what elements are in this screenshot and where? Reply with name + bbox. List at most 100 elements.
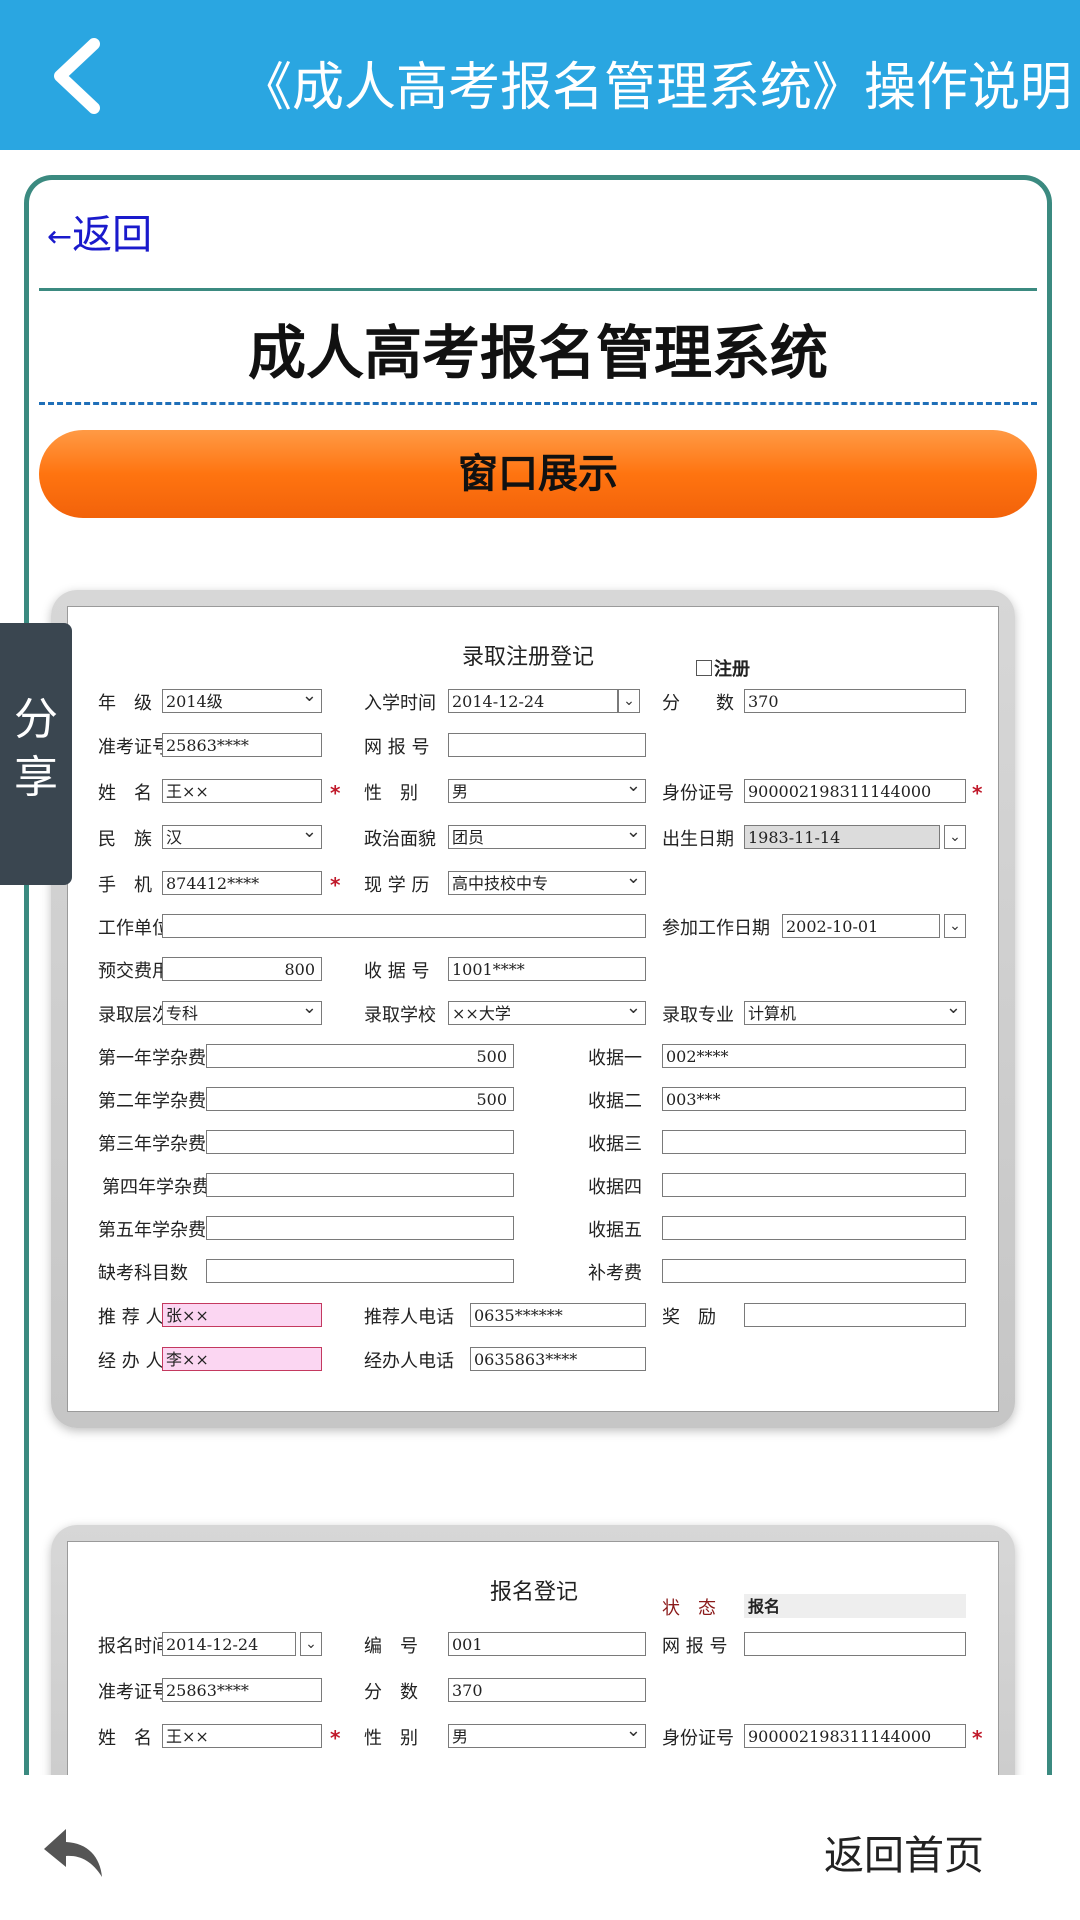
date-dropdown-icon[interactable]: ⌄ [618, 689, 640, 713]
referrer-phone-field[interactable]: 0635****** [470, 1303, 646, 1327]
rcpt1-label: 收据一 [588, 1048, 642, 1069]
school-select[interactable]: ××大学 [448, 1001, 646, 1025]
name-label: 姓 名 [98, 783, 152, 804]
return-label: 返回 [72, 212, 153, 258]
politics-label: 政治面貌 [364, 829, 436, 850]
level-label: 录取层次 [98, 1005, 170, 1026]
grade-select[interactable]: 2014级 [162, 689, 322, 713]
net-no-field[interactable] [448, 733, 646, 757]
work-date-field[interactable]: 2002-10-01 [782, 914, 940, 938]
school-label: 录取学校 [364, 1005, 436, 1026]
id-field[interactable]: 900002198311144000 [744, 1724, 966, 1748]
required-star-icon: * [972, 781, 983, 805]
reply-arrow-icon[interactable] [40, 1825, 106, 1881]
status-label: 状 态 [662, 1598, 716, 1619]
phone-field[interactable]: 874412**** [162, 871, 322, 895]
score-label: 分 数 [662, 693, 734, 714]
section-banner: 窗口展示 [39, 430, 1037, 518]
date-dropdown-icon[interactable]: ⌄ [300, 1632, 322, 1656]
gender-label: 性 别 [364, 783, 418, 804]
fee2-field[interactable]: 500 [206, 1087, 514, 1111]
rcpt2-label: 收据二 [588, 1091, 642, 1112]
receipt-field[interactable]: 1001**** [448, 957, 646, 981]
net-no-label: 网 报 号 [364, 737, 430, 758]
work-unit-field[interactable] [162, 914, 646, 938]
reg-time-field[interactable]: 2014-12-24 [162, 1632, 296, 1656]
fee1-field[interactable]: 500 [206, 1044, 514, 1068]
rcpt5-label: 收据五 [588, 1220, 642, 1241]
rcpt1-field[interactable]: 002**** [662, 1044, 966, 1068]
level-select[interactable]: 专科 [162, 1001, 322, 1025]
missing-label: 缺考科目数 [98, 1263, 188, 1284]
register-label: 注册 [714, 659, 750, 680]
reg-time-label: 报名时间 [98, 1636, 170, 1657]
reward-field[interactable] [744, 1303, 966, 1327]
register-checkbox[interactable] [696, 660, 712, 676]
referrer-field[interactable]: 张×× [162, 1303, 322, 1327]
ethnic-select[interactable]: 汉 [162, 825, 322, 849]
gender-label: 性 别 [364, 1728, 418, 1749]
id-label: 身份证号 [662, 1728, 734, 1749]
page-title: 《成人高考报名管理系统》操作说明 [240, 58, 1073, 118]
required-star-icon: * [972, 1726, 983, 1750]
article-card: ←返回 成人高考报名管理系统 窗口展示 录取注册登记 注册 年 级 2014级 … [24, 175, 1052, 1875]
exam-no-field[interactable]: 25863**** [162, 1678, 322, 1702]
fee5-label: 第五年学杂费 [98, 1220, 206, 1241]
number-label: 编 号 [364, 1636, 418, 1657]
fee5-field[interactable] [206, 1216, 514, 1240]
name-field[interactable]: 王×× [162, 779, 322, 803]
receipt-label: 收 据 号 [364, 961, 430, 982]
form-window: 录取注册登记 注册 年 级 2014级 入学时间 2014-12-24 ⌄ 分 … [67, 606, 999, 1412]
id-field[interactable]: 900002198311144000 [744, 779, 966, 803]
exam-no-label: 准考证号 [98, 737, 170, 758]
name-label: 姓 名 [98, 1728, 152, 1749]
prepay-field[interactable]: 800 [162, 957, 322, 981]
number-field[interactable]: 001 [448, 1632, 646, 1656]
birth-label: 出生日期 [662, 829, 734, 850]
edu-select[interactable]: 高中技校中专 [448, 871, 646, 895]
net-no-label: 网 报 号 [662, 1636, 728, 1657]
left-arrow-icon: ← [47, 219, 73, 255]
makeup-label: 补考费 [588, 1263, 642, 1284]
handler-phone-label: 经办人电话 [364, 1351, 454, 1372]
gender-select[interactable]: 男 [448, 779, 646, 803]
score-field[interactable]: 370 [448, 1678, 646, 1702]
handler-phone-field[interactable]: 0635863**** [470, 1347, 646, 1371]
exam-no-label: 准考证号 [98, 1682, 170, 1703]
bottom-bar: 返回首页 [0, 1775, 1080, 1920]
referrer-label: 推 荐 人 [98, 1307, 164, 1328]
makeup-field[interactable] [662, 1259, 966, 1283]
major-select[interactable]: 计算机 [744, 1001, 966, 1025]
fee4-label: 第四年学杂费 [102, 1177, 210, 1198]
name-field[interactable]: 王×× [162, 1724, 322, 1748]
date-dropdown-icon[interactable]: ⌄ [944, 825, 966, 849]
rcpt3-field[interactable] [662, 1130, 966, 1154]
rcpt2-field[interactable]: 003*** [662, 1087, 966, 1111]
required-star-icon: * [330, 781, 341, 805]
missing-field[interactable] [206, 1259, 514, 1283]
form-screenshot-enrollment: 录取注册登记 注册 年 级 2014级 入学时间 2014-12-24 ⌄ 分 … [51, 590, 1015, 1428]
exam-no-field[interactable]: 25863**** [162, 733, 322, 757]
politics-select[interactable]: 团员 [448, 825, 646, 849]
return-link[interactable]: ←返回 [47, 202, 152, 260]
work-unit-label: 工作单位 [98, 918, 170, 939]
rcpt5-field[interactable] [662, 1216, 966, 1240]
dashed-divider [39, 402, 1037, 405]
share-button[interactable]: 分 享 [0, 623, 72, 885]
handler-label: 经 办 人 [98, 1351, 164, 1372]
home-link[interactable]: 返回首页 [824, 1823, 984, 1881]
gender-select[interactable]: 男 [448, 1724, 646, 1748]
fee3-field[interactable] [206, 1130, 514, 1154]
birth-field[interactable]: 1983-11-14 [744, 825, 940, 849]
enroll-time-field[interactable]: 2014-12-24 [448, 689, 618, 713]
chevron-left-icon[interactable] [44, 36, 114, 116]
date-dropdown-icon[interactable]: ⌄ [944, 914, 966, 938]
rcpt3-label: 收据三 [588, 1134, 642, 1155]
fee2-label: 第二年学杂费 [98, 1091, 206, 1112]
fee1-label: 第一年学杂费 [98, 1048, 206, 1069]
handler-field[interactable]: 李×× [162, 1347, 322, 1371]
rcpt4-field[interactable] [662, 1173, 966, 1197]
net-no-field[interactable] [744, 1632, 966, 1656]
fee4-field[interactable] [206, 1173, 514, 1197]
score-field[interactable]: 370 [744, 689, 966, 713]
